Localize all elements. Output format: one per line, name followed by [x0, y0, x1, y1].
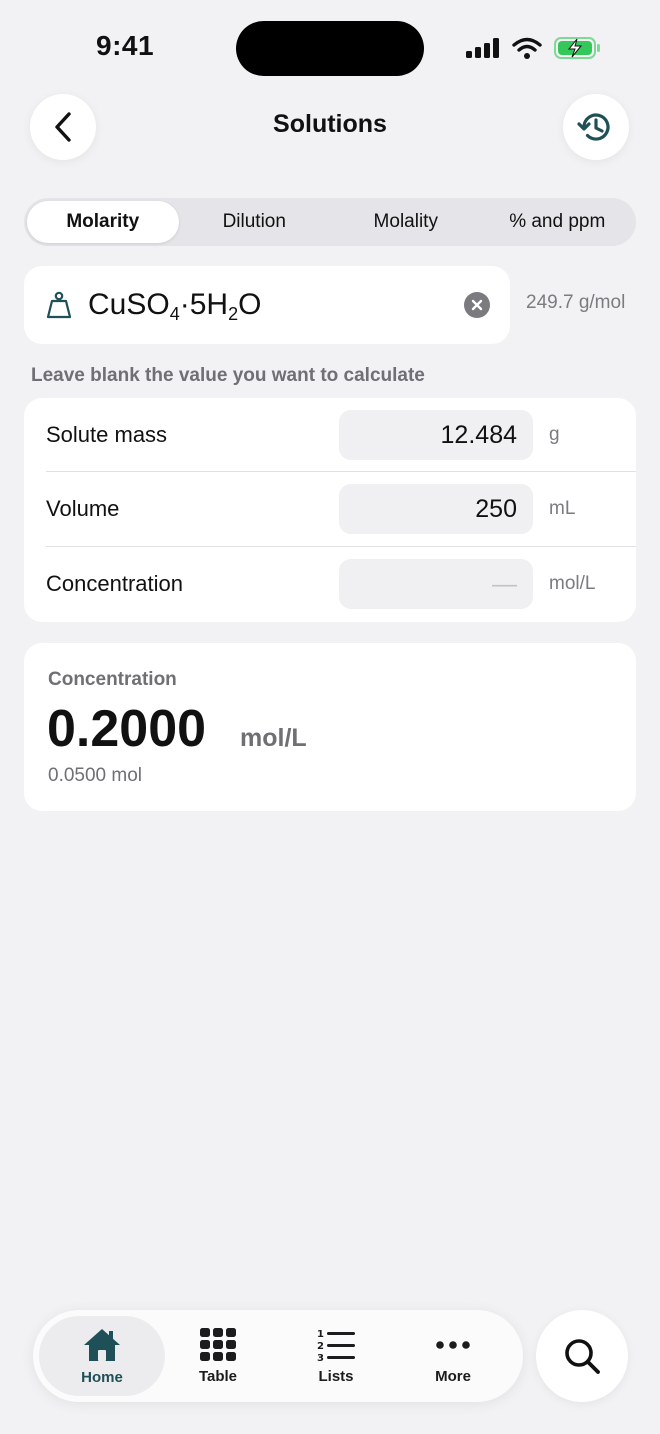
volume-row: Volume 250 mL [24, 472, 636, 547]
more-dots-icon [436, 1340, 470, 1349]
tab-percent-ppm[interactable]: % and ppm [482, 201, 634, 243]
nav-more[interactable]: More [390, 1316, 516, 1396]
concentration-row: Concentration — mol/L [24, 547, 636, 622]
volume-unit: mL [549, 498, 576, 519]
concentration-unit: mol/L [549, 573, 596, 594]
tab-molarity[interactable]: Molarity [27, 201, 179, 243]
svg-text:3: 3 [317, 1353, 324, 1362]
dynamic-island [236, 21, 424, 76]
battery-charging-icon [554, 37, 600, 59]
svg-text:2: 2 [317, 1341, 324, 1352]
tab-bar: Home Table 1 2 3 Lists More [33, 1310, 523, 1402]
nav-lists-label: Lists [318, 1367, 354, 1385]
solute-mass-label: Solute mass [46, 422, 168, 447]
page-title: Solutions [273, 110, 387, 138]
nav-table-label: Table [198, 1367, 238, 1385]
hint-text: Leave blank the value you want to calcul… [31, 365, 425, 386]
svg-text:1: 1 [317, 1329, 324, 1340]
volume-label: Volume [46, 496, 120, 521]
concentration-input[interactable]: — [339, 559, 533, 609]
close-icon [471, 299, 483, 311]
volume-input[interactable]: 250 [339, 484, 533, 534]
wifi-icon [512, 37, 542, 59]
status-time: 9:41 [96, 30, 155, 61]
history-button[interactable] [563, 94, 629, 160]
search-button[interactable] [536, 1310, 628, 1402]
nav-home[interactable]: Home [39, 1316, 165, 1396]
solute-mass-unit: g [549, 424, 560, 445]
molar-mass: 249.7 g/mol [526, 292, 626, 313]
concentration-label: Concentration [46, 571, 183, 596]
cellular-signal-icon [466, 38, 499, 58]
clear-compound-button[interactable] [464, 292, 490, 318]
result-value: 0.2000 [47, 700, 207, 758]
status-icons [466, 34, 602, 62]
nav-home-label: Home [81, 1368, 123, 1386]
solute-mass-input[interactable]: 12.484 [339, 410, 533, 460]
tab-molality[interactable]: Molality [330, 201, 482, 243]
nav-lists[interactable]: 1 2 3 Lists [273, 1316, 399, 1396]
calculator-tabs: Molarity Dilution Molality % and ppm [24, 198, 636, 246]
result-card: Concentration 0.2000 mol/L 0.0500 mol [24, 643, 636, 811]
grid-icon [200, 1327, 236, 1361]
result-moles: 0.0500 mol [48, 765, 143, 786]
compound-formula: CuSO4·5H2O [88, 288, 262, 324]
search-icon [565, 1339, 600, 1374]
home-icon [84, 1328, 120, 1361]
result-label: Concentration [48, 669, 177, 690]
result-unit: mol/L [240, 724, 307, 752]
history-icon [577, 113, 610, 141]
compound-input[interactable]: CuSO4·5H2O [24, 266, 510, 344]
numbered-list-icon: 1 2 3 [317, 1329, 355, 1362]
nav-more-label: More [435, 1367, 471, 1385]
nav-table[interactable]: Table [155, 1316, 281, 1396]
weight-icon [46, 291, 72, 319]
solute-mass-row: Solute mass 12.484 g [24, 398, 636, 473]
tab-dilution[interactable]: Dilution [179, 201, 331, 243]
inputs-card: Solute mass 12.484 g Volume 250 mL Conce… [24, 398, 636, 622]
